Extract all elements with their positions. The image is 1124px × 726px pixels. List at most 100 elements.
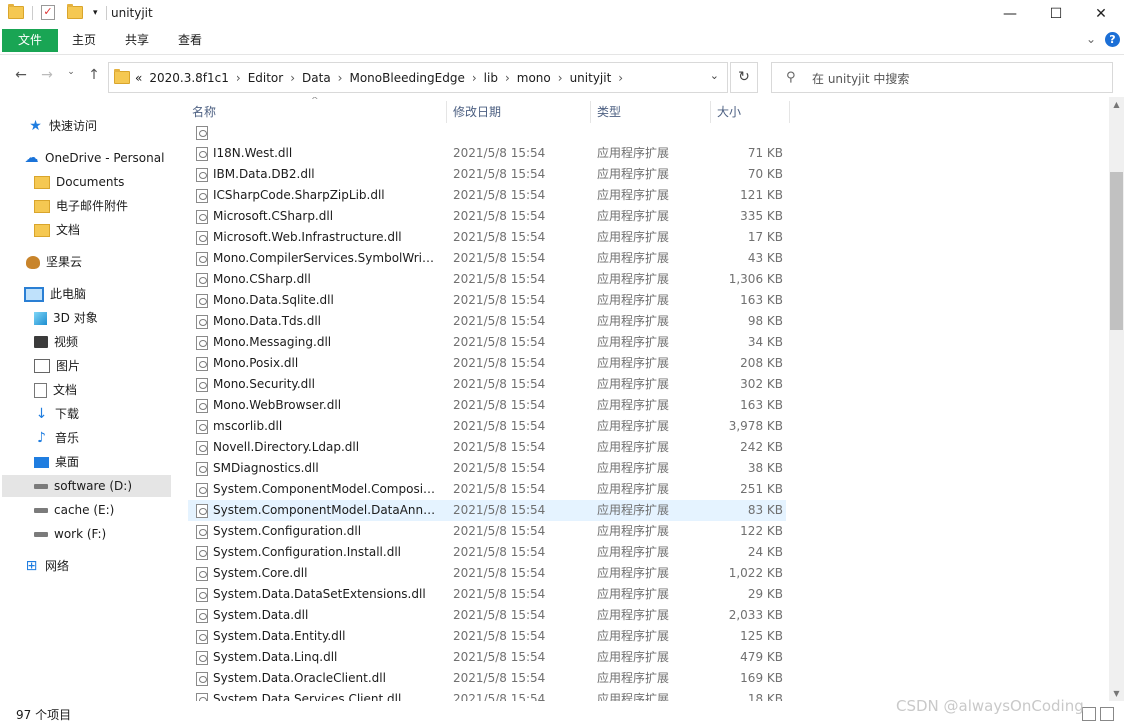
tab-home[interactable]: 主页 xyxy=(62,29,106,52)
nav-drive-f[interactable]: work (F:) xyxy=(34,523,106,545)
table-row[interactable]: Mono.CSharp.dll 2021/5/8 15:54 应用程序扩展 1,306… xyxy=(188,269,786,290)
column-separator[interactable] xyxy=(789,101,790,123)
nav-music[interactable]: ♪ 音乐 xyxy=(34,427,79,449)
nav-od-documents[interactable]: Documents xyxy=(34,171,124,193)
close-button[interactable]: ✕ xyxy=(1078,0,1124,28)
chevron-right-icon[interactable]: › xyxy=(236,71,241,85)
table-row[interactable]: Mono.Posix.dll 2021/5/8 15:54 应用程序扩展 208 KB xyxy=(188,353,786,374)
column-separator[interactable] xyxy=(590,101,591,123)
address-dropdown-icon[interactable]: ⌄ xyxy=(710,69,719,82)
scroll-down-icon[interactable]: ▼ xyxy=(1109,686,1124,701)
breadcrumb-item[interactable]: 2020.3.8f1c1 xyxy=(149,71,229,85)
table-row[interactable]: I18N.West.dll 2021/5/8 15:54 应用程序扩展 71 KB xyxy=(188,143,786,164)
table-row[interactable]: Novell.Directory.Ldap.dll 2021/5/8 15:54 应… xyxy=(188,437,786,458)
chevron-right-icon[interactable]: › xyxy=(290,71,295,85)
nav-label: 下载 xyxy=(55,407,80,421)
address-bar[interactable]: « 2020.3.8f1c1 › Editor › Data › MonoBleedi… xyxy=(108,62,728,93)
table-row[interactable]: System.Configuration.dll 2021/5/8 15:54 应用… xyxy=(188,521,786,542)
table-row[interactable]: Mono.Data.Tds.dll 2021/5/8 15:54 应用程序扩展 98 … xyxy=(188,311,786,332)
table-row[interactable]: Microsoft.Web.Infrastructure.dll 2021/5/8… xyxy=(188,227,786,248)
table-row[interactable]: Mono.WebBrowser.dll 2021/5/8 15:54 应用程序扩展 1… xyxy=(188,395,786,416)
nav-network[interactable]: ⊞ 网络 xyxy=(24,555,69,577)
chevron-right-icon[interactable]: › xyxy=(472,71,477,85)
table-row[interactable]: System.ComponentModel.Compositi... 2021/5… xyxy=(188,479,786,500)
table-row[interactable]: System.Data.Linq.dll 2021/5/8 15:54 应用程序扩展… xyxy=(188,647,786,668)
table-row[interactable]: System.Data.dll 2021/5/8 15:54 应用程序扩展 2,033… xyxy=(188,605,786,626)
table-row[interactable]: System.Core.dll 2021/5/8 15:54 应用程序扩展 1,022… xyxy=(188,563,786,584)
table-row[interactable]: System.Data.Entity.dll 2021/5/8 15:54 应用程序… xyxy=(188,626,786,647)
nav-videos[interactable]: 视频 xyxy=(34,331,78,353)
back-arrow-icon[interactable]: ← xyxy=(12,67,30,83)
column-type[interactable]: 类型 xyxy=(597,97,621,122)
vertical-scrollbar[interactable]: ▲ ▼ xyxy=(1109,97,1124,701)
maximize-button[interactable]: ☐ xyxy=(1033,0,1079,28)
new-folder-icon[interactable] xyxy=(67,4,83,19)
file-type: 应用程序扩展 xyxy=(597,671,670,685)
forward-arrow-icon[interactable]: → xyxy=(38,67,56,83)
search-box[interactable]: ⚲ 在 unityjit 中搜索 xyxy=(771,62,1113,93)
nav-downloads[interactable]: ↓ 下载 xyxy=(34,403,79,425)
help-icon[interactable]: ? xyxy=(1105,32,1120,47)
large-icons-view-icon[interactable] xyxy=(1100,707,1114,721)
expand-ribbon-icon[interactable]: ⌄ xyxy=(1086,32,1096,46)
breadcrumb-item[interactable]: mono xyxy=(517,71,551,85)
breadcrumb-item[interactable]: Data xyxy=(302,71,331,85)
nav-onedrive[interactable]: ☁ OneDrive - Personal xyxy=(24,147,165,169)
breadcrumb-item[interactable]: unityjit xyxy=(570,71,612,85)
nav-od-docs[interactable]: 文档 xyxy=(34,219,80,241)
column-separator[interactable] xyxy=(446,101,447,123)
table-row[interactable]: System.Data.DataSetExtensions.dll 2021/5/… xyxy=(188,584,786,605)
table-row[interactable]: IBM.Data.DB2.dll 2021/5/8 15:54 应用程序扩展 70 K… xyxy=(188,164,786,185)
table-row[interactable] xyxy=(188,122,786,143)
file-date: 2021/5/8 15:54 xyxy=(453,314,546,328)
nav-3d-objects[interactable]: 3D 对象 xyxy=(34,307,98,329)
column-modified[interactable]: 修改日期 xyxy=(453,97,501,122)
chevron-right-icon[interactable]: › xyxy=(505,71,510,85)
nav-pictures[interactable]: 图片 xyxy=(34,355,80,377)
table-row[interactable]: Mono.Messaging.dll 2021/5/8 15:54 应用程序扩展 34… xyxy=(188,332,786,353)
nav-documents[interactable]: 文档 xyxy=(34,379,77,401)
column-size[interactable]: 大小 xyxy=(717,97,741,122)
nav-drive-d[interactable]: software (D:) xyxy=(2,475,171,497)
tab-share[interactable]: 共享 xyxy=(115,29,159,52)
file-name: System.ComponentModel.DataAnnot... xyxy=(213,503,438,517)
tab-view[interactable]: 查看 xyxy=(168,29,212,52)
nav-jianguoyun[interactable]: 坚果云 xyxy=(26,251,82,273)
table-row[interactable]: Mono.Security.dll 2021/5/8 15:54 应用程序扩展 302… xyxy=(188,374,786,395)
chevron-right-icon[interactable]: › xyxy=(338,71,343,85)
chevron-right-icon[interactable]: › xyxy=(618,71,623,85)
dll-file-icon xyxy=(196,525,208,539)
table-row[interactable]: System.Data.OracleClient.dll 2021/5/8 15:… xyxy=(188,668,786,689)
table-row[interactable]: mscorlib.dll 2021/5/8 15:54 应用程序扩展 3,978 KB xyxy=(188,416,786,437)
refresh-icon[interactable]: ↻ xyxy=(730,62,758,93)
properties-icon[interactable]: ✓ xyxy=(41,5,55,20)
table-row[interactable]: ICSharpCode.SharpZipLib.dll 2021/5/8 15:5… xyxy=(188,185,786,206)
recent-locations-chevron-icon[interactable]: ⌄ xyxy=(62,67,80,77)
nav-od-attachments[interactable]: 电子邮件附件 xyxy=(34,195,128,217)
breadcrumb-item[interactable]: Editor xyxy=(248,71,284,85)
nav-quick-access[interactable]: ★ 快速访问 xyxy=(28,115,97,137)
nav-desktop[interactable]: 桌面 xyxy=(34,451,79,473)
table-row[interactable]: SMDiagnostics.dll 2021/5/8 15:54 应用程序扩展 38 … xyxy=(188,458,786,479)
table-row[interactable]: System.Configuration.Install.dll 2021/5/8… xyxy=(188,542,786,563)
customize-toolbar-icon[interactable]: ▾ xyxy=(93,8,98,18)
chevron-right-icon[interactable]: › xyxy=(558,71,563,85)
tab-file[interactable]: 文件 xyxy=(2,29,58,52)
scroll-up-icon[interactable]: ▲ xyxy=(1109,97,1124,112)
nav-this-pc[interactable]: 此电脑 xyxy=(24,283,86,305)
table-row[interactable]: System.ComponentModel.DataAnnot... 2021/5… xyxy=(188,500,786,521)
breadcrumb-overflow[interactable]: « xyxy=(135,71,142,85)
nav-drive-e[interactable]: cache (E:) xyxy=(34,499,114,521)
table-row[interactable]: System.Data.Services.Client.dll 2021/5/8 … xyxy=(188,689,786,701)
minimize-button[interactable]: — xyxy=(987,0,1033,28)
breadcrumb-item[interactable]: MonoBleedingEdge xyxy=(349,71,464,85)
breadcrumb-item[interactable]: lib xyxy=(484,71,498,85)
column-name[interactable]: 名称 xyxy=(192,97,216,122)
table-row[interactable]: Mono.Data.Sqlite.dll 2021/5/8 15:54 应用程序扩展… xyxy=(188,290,786,311)
column-separator[interactable] xyxy=(710,101,711,123)
scrollbar-thumb[interactable] xyxy=(1110,172,1123,330)
up-arrow-icon[interactable]: ↑ xyxy=(85,67,103,83)
table-row[interactable]: Microsoft.CSharp.dll 2021/5/8 15:54 应用程序扩展… xyxy=(188,206,786,227)
details-view-icon[interactable] xyxy=(1082,707,1096,721)
table-row[interactable]: Mono.CompilerServices.SymbolWrite... 2021… xyxy=(188,248,786,269)
